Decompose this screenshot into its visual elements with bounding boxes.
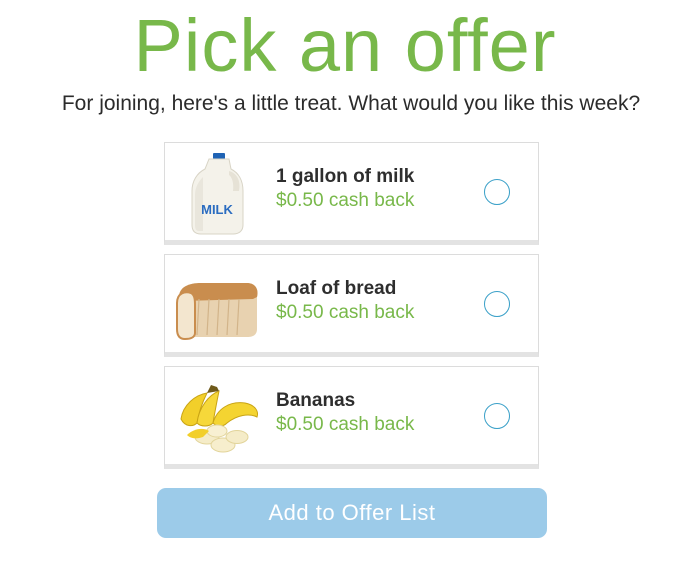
add-to-offer-list-button[interactable]: Add to Offer List	[157, 488, 547, 538]
bread-loaf-icon	[173, 263, 261, 347]
offer-radio-button[interactable]	[484, 403, 510, 429]
offer-radio-button[interactable]	[484, 291, 510, 317]
milk-jug-icon: MILK	[173, 151, 261, 235]
offer-card-bananas[interactable]: Bananas $0.50 cash back	[164, 366, 539, 469]
page-title: Pick an offer	[133, 4, 557, 87]
offer-cashback: $0.50 cash back	[276, 414, 415, 435]
bananas-icon	[173, 375, 261, 459]
offer-name: Loaf of bread	[276, 278, 397, 299]
page-subtitle: For joining, here's a little treat. What…	[61, 92, 641, 115]
offer-cashback: $0.50 cash back	[276, 302, 415, 323]
offer-radio-button[interactable]	[484, 179, 510, 205]
offer-cashback: $0.50 cash back	[276, 190, 415, 211]
offer-card-milk[interactable]: MILK 1 gallon of milk $0.50 cash back	[164, 142, 539, 245]
offer-name: Bananas	[276, 390, 356, 411]
milk-label-text: MILK	[201, 202, 233, 217]
offer-picker-page: Pick an offer For joining, here's a litt…	[0, 0, 690, 588]
offer-card-bread[interactable]: Loaf of bread $0.50 cash back	[164, 254, 539, 357]
offer-name: 1 gallon of milk	[276, 166, 415, 187]
